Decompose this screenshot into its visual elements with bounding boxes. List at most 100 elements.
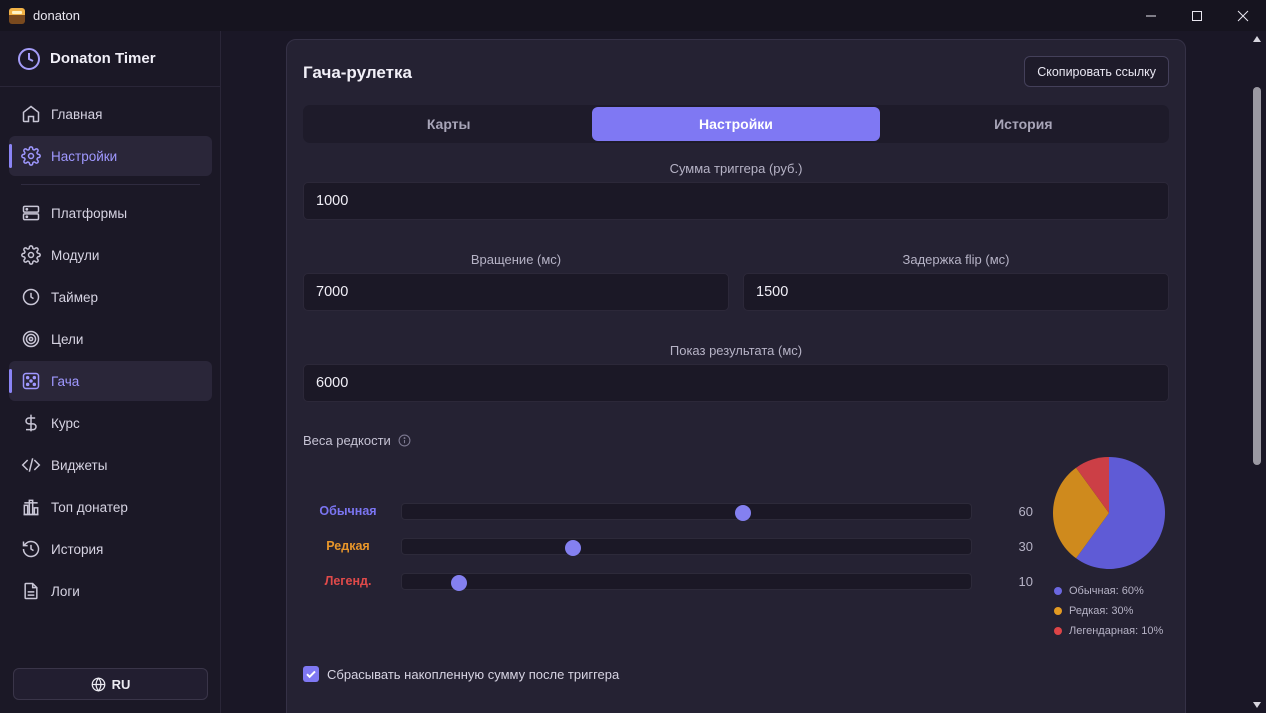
language-button[interactable]: RU [13, 668, 208, 700]
sidebar-item-home[interactable]: Главная [9, 94, 212, 134]
sidebar-item-rate[interactable]: Курс [9, 403, 212, 443]
spin-label: Вращение (мс) [470, 252, 562, 267]
slider-thumb[interactable] [564, 540, 581, 556]
reset-sum-label: Сбрасывать накопленную сумму после тригг… [327, 666, 620, 682]
dollar-icon [25, 414, 37, 432]
sidebar-item-timer[interactable]: Таймер [9, 277, 212, 317]
page-title: Гача-рулетка [303, 63, 412, 82]
weight-value: 30 [1018, 539, 1033, 554]
weight-slider[interactable] [401, 573, 972, 591]
minimize-icon [1146, 15, 1156, 16]
weight-row-legendary: Легенд. 10 [303, 572, 1033, 592]
sidebar-item-label: Виджеты [51, 457, 108, 473]
sidebar-nav: Главная Настройки Платформы Модули Тайме… [0, 94, 221, 613]
trigger-sum-label: Сумма триггера (руб.) [669, 161, 803, 176]
sidebar-item-history[interactable]: История [9, 529, 212, 569]
weight-row-rare: Редкая 30 [303, 537, 1033, 557]
dice-icon [22, 372, 40, 390]
weight-label: Легенд. [324, 574, 372, 588]
scroll-down-icon[interactable] [1253, 702, 1261, 708]
sidebar-item-label: Таймер [51, 289, 98, 305]
weight-label: Обычная [319, 504, 377, 518]
treasure-chest-icon [9, 7, 25, 24]
sidebar-item-label: История [51, 541, 104, 557]
legend-swatch [1054, 607, 1062, 615]
trigger-sum-field[interactable]: 1000 [303, 182, 1169, 220]
flip-delay-field[interactable]: 1500 [743, 273, 1169, 311]
sidebar-item-label: Главная [51, 106, 103, 122]
weight-slider[interactable] [401, 538, 972, 556]
sidebar-item-label: Настройки [51, 148, 118, 164]
sidebar-item-label: Логи [51, 583, 80, 599]
copy-link-button[interactable]: Скопировать ссылку [1024, 56, 1169, 87]
clock-icon [22, 288, 40, 306]
legend-item: Редкая: 30% [1054, 601, 1163, 621]
sidebar-item-label: Топ донатер [51, 499, 128, 515]
legend-label: Редкая: 30% [1069, 605, 1134, 617]
brand: Donaton Timer [0, 31, 220, 87]
legend-item: Легендарная: 10% [1054, 621, 1163, 641]
sidebar-item-label: Модули [51, 247, 100, 263]
result-show-field[interactable]: 6000 [303, 364, 1169, 402]
info-icon[interactable] [398, 434, 411, 447]
sidebar-item-widgets[interactable]: Виджеты [9, 445, 212, 485]
weight-slider[interactable] [401, 503, 972, 521]
scrollbar[interactable] [1249, 31, 1266, 713]
sidebar-item-goals[interactable]: Цели [9, 319, 212, 359]
tab-settings[interactable]: Настройки [592, 107, 880, 141]
maximize-icon [1192, 10, 1202, 21]
checkmark-icon [306, 670, 316, 679]
sidebar-divider [21, 184, 200, 185]
minimize-button[interactable] [1128, 0, 1174, 31]
sidebar-item-gacha[interactable]: Гача [9, 361, 212, 401]
sidebar-item-label: Гача [51, 373, 80, 389]
sidebar-item-platforms[interactable]: Платформы [9, 193, 212, 233]
gear-icon [21, 146, 41, 166]
clock-icon [18, 47, 40, 70]
main-content: Гача-рулетка Скопировать ссылку Карты На… [222, 31, 1249, 713]
home-icon [22, 105, 40, 123]
language-label: RU [111, 676, 131, 692]
sidebar-item-label: Платформы [51, 205, 128, 221]
brand-label: Donaton Timer [50, 50, 156, 67]
window-controls [1128, 0, 1266, 31]
code-icon [21, 458, 41, 472]
maximize-button[interactable] [1174, 0, 1220, 31]
reset-sum-option[interactable]: Сбрасывать накопленную сумму после тригг… [303, 666, 619, 682]
reset-sum-checkbox[interactable] [303, 666, 319, 682]
title-bar: donaton [0, 0, 1266, 31]
gear-icon [21, 245, 41, 265]
slider-thumb[interactable] [450, 575, 467, 591]
gacha-card: Гача-рулетка Скопировать ссылку Карты На… [286, 39, 1186, 713]
rarity-pie-chart [1053, 457, 1165, 569]
podium-icon [23, 499, 39, 516]
target-icon [22, 330, 40, 348]
tab-cards[interactable]: Карты [305, 107, 592, 141]
close-icon [1237, 10, 1249, 21]
sidebar-item-top-donater[interactable]: Топ донатер [9, 487, 212, 527]
sidebar-item-settings[interactable]: Настройки [9, 136, 212, 176]
slider-thumb[interactable] [735, 505, 752, 521]
window-title: donaton [33, 8, 80, 23]
tabs: Карты Настройки История [303, 105, 1169, 143]
legend-label: Легендарная: 10% [1069, 625, 1164, 637]
server-icon [22, 205, 40, 221]
legend-swatch [1054, 627, 1062, 635]
close-button[interactable] [1220, 0, 1266, 31]
scroll-thumb[interactable] [1253, 87, 1261, 465]
weight-value: 60 [1018, 504, 1033, 519]
weight-label: Редкая [326, 539, 370, 553]
sidebar-item-label: Цели [51, 331, 84, 347]
sidebar-item-logs[interactable]: Логи [9, 571, 212, 611]
weight-value: 10 [1018, 574, 1033, 589]
spin-field[interactable]: 7000 [303, 273, 729, 311]
sidebar-item-label: Курс [51, 415, 80, 431]
sidebar: Donaton Timer Главная Настройки Платформ… [0, 31, 221, 713]
sidebar-item-modules[interactable]: Модули [9, 235, 212, 275]
rarity-weights-label: Веса редкости [303, 433, 391, 448]
rarity-weights-title: Веса редкости [303, 433, 411, 448]
globe-icon [91, 676, 105, 692]
scroll-up-icon[interactable] [1253, 36, 1261, 42]
tab-history[interactable]: История [880, 107, 1167, 141]
chart-legend: Обычная: 60% Редкая: 30% Легендарная: 10… [1054, 581, 1163, 641]
